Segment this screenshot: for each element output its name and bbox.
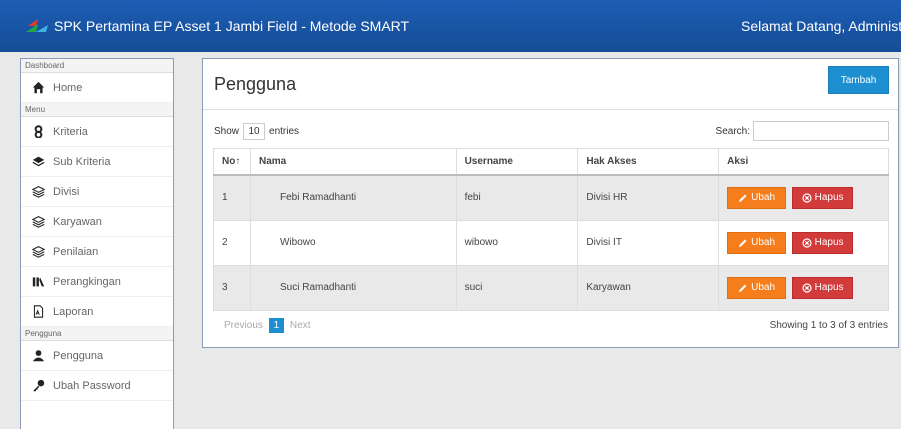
- pencil-icon: [739, 239, 747, 247]
- sidebar-item-sub-kriteria[interactable]: Sub Kriteria: [21, 147, 173, 177]
- table-header-row: No↑ Nama Username Hak Akses Aksi: [213, 148, 889, 176]
- cell-no: 2: [213, 219, 251, 266]
- search-input[interactable]: [753, 121, 889, 141]
- table-row: 2 Wibowo wibowo Divisi IT Ubah Hapus: [213, 219, 889, 266]
- edit-button[interactable]: Ubah: [727, 276, 787, 299]
- entries-select[interactable]: 10: [243, 123, 266, 140]
- sidebar-item-karyawan[interactable]: Karyawan: [21, 207, 173, 237]
- delete-button[interactable]: Hapus: [792, 276, 854, 299]
- sidebar-item-label: Penilaian: [53, 245, 99, 258]
- pagination: Previous 1 Next: [222, 318, 312, 333]
- delete-button[interactable]: Hapus: [792, 231, 854, 254]
- add-button[interactable]: Tambah: [828, 66, 889, 94]
- entries-label: entries: [269, 126, 300, 137]
- cell-hak-akses: Divisi IT: [577, 219, 720, 266]
- key-icon: [33, 379, 44, 392]
- edit-button[interactable]: Ubah: [727, 186, 787, 209]
- sidebar-item-label: Laporan: [53, 305, 94, 318]
- users-table: No↑ Nama Username Hak Akses Aksi 1 Febi …: [213, 148, 889, 311]
- stack-icon: [31, 246, 45, 258]
- stack-icon: [31, 216, 45, 228]
- sidebar-header-menu: Menu: [21, 103, 173, 117]
- remove-circle-icon: [802, 282, 812, 293]
- pager-previous[interactable]: Previous: [222, 320, 265, 331]
- sidebar: Dashboard Home Menu Kriteria Sub Kriteri…: [20, 58, 174, 429]
- top-navbar: SPK Pertamina EP Asset 1 Jambi Field - M…: [0, 0, 901, 52]
- cell-nama: Wibowo: [249, 219, 457, 266]
- cell-aksi: Ubah Hapus: [718, 219, 889, 266]
- column-header-no[interactable]: No↑: [213, 148, 251, 176]
- sidebar-item-label: Home: [53, 81, 83, 94]
- ranking-icon: [32, 277, 44, 287]
- sidebar-item-label: Ubah Password: [53, 379, 131, 392]
- search-box: Search:: [716, 121, 889, 141]
- cell-username: suci: [455, 264, 579, 311]
- stack-icon: [31, 186, 45, 198]
- pencil-icon: [739, 284, 747, 292]
- edit-button[interactable]: Ubah: [727, 231, 787, 254]
- column-header-hak-akses[interactable]: Hak Akses: [577, 148, 720, 176]
- layers-icon: [32, 156, 44, 167]
- show-entries: Show 10 entries: [214, 123, 299, 140]
- cell-nama: Suci Ramadhanti: [249, 264, 457, 311]
- delete-button[interactable]: Hapus: [792, 186, 854, 209]
- cell-hak-akses: Karyawan: [577, 264, 720, 311]
- cell-nama: Febi Ramadhanti: [249, 174, 457, 221]
- main-panel: Pengguna Tambah Show 10 entries Search: …: [202, 58, 899, 348]
- sidebar-item-label: Kriteria: [53, 125, 88, 138]
- user-icon: [32, 350, 44, 362]
- app-title: SPK Pertamina EP Asset 1 Jambi Field - M…: [54, 18, 410, 34]
- pencil-icon: [739, 194, 747, 202]
- cell-no: 1: [213, 174, 251, 221]
- sidebar-item-divisi[interactable]: Divisi: [21, 177, 173, 207]
- show-label: Show: [214, 126, 240, 137]
- column-header-aksi: Aksi: [718, 148, 889, 176]
- sort-asc-icon: ↑: [235, 155, 241, 167]
- sidebar-item-label: Karyawan: [53, 215, 102, 228]
- sidebar-item-penilaian[interactable]: Penilaian: [21, 237, 173, 267]
- pager-page-1[interactable]: 1: [268, 318, 284, 333]
- sidebar-item-label: Divisi: [53, 185, 80, 198]
- sidebar-item-home[interactable]: Home: [21, 73, 173, 103]
- search-label: Search:: [715, 125, 750, 137]
- report-icon: [33, 305, 43, 318]
- sidebar-item-perangkingan[interactable]: Perangkingan: [21, 267, 173, 297]
- kriteria-icon: [34, 125, 42, 138]
- cell-username: febi: [455, 174, 579, 221]
- sidebar-item-kriteria[interactable]: Kriteria: [21, 117, 173, 147]
- pager-next[interactable]: Next: [288, 320, 313, 331]
- remove-circle-icon: [802, 192, 812, 203]
- pertamina-logo-icon: [26, 19, 48, 32]
- sidebar-item-label: Pengguna: [53, 349, 104, 362]
- sidebar-header-pengguna: Pengguna: [21, 327, 173, 341]
- showing-info: Showing 1 to 3 of 3 entries: [769, 320, 888, 331]
- sidebar-item-pengguna[interactable]: Pengguna: [21, 341, 173, 371]
- sidebar-item-label: Sub Kriteria: [53, 155, 111, 168]
- sidebar-header-dashboard: Dashboard: [21, 59, 173, 73]
- sidebar-item-ubah-password[interactable]: Ubah Password: [21, 371, 173, 401]
- column-header-nama[interactable]: Nama: [249, 148, 457, 176]
- remove-circle-icon: [802, 237, 812, 248]
- welcome-text[interactable]: Selamat Datang, Administrato: [741, 0, 901, 52]
- cell-hak-akses: Divisi HR: [577, 174, 720, 221]
- table-row: 1 Febi Ramadhanti febi Divisi HR Ubah Ha…: [213, 174, 889, 221]
- sidebar-item-laporan[interactable]: Laporan: [21, 297, 173, 327]
- panel-divider: [203, 109, 898, 110]
- table-row: 3 Suci Ramadhanti suci Karyawan Ubah Hap…: [213, 264, 889, 311]
- cell-username: wibowo: [455, 219, 579, 266]
- brand[interactable]: SPK Pertamina EP Asset 1 Jambi Field - M…: [24, 16, 409, 36]
- column-header-username[interactable]: Username: [455, 148, 579, 176]
- home-icon: [32, 81, 44, 94]
- sidebar-item-label: Perangkingan: [53, 275, 121, 288]
- cell-no: 3: [213, 264, 251, 311]
- cell-aksi: Ubah Hapus: [718, 264, 889, 311]
- cell-aksi: Ubah Hapus: [718, 174, 889, 221]
- page-title: Pengguna: [214, 74, 297, 94]
